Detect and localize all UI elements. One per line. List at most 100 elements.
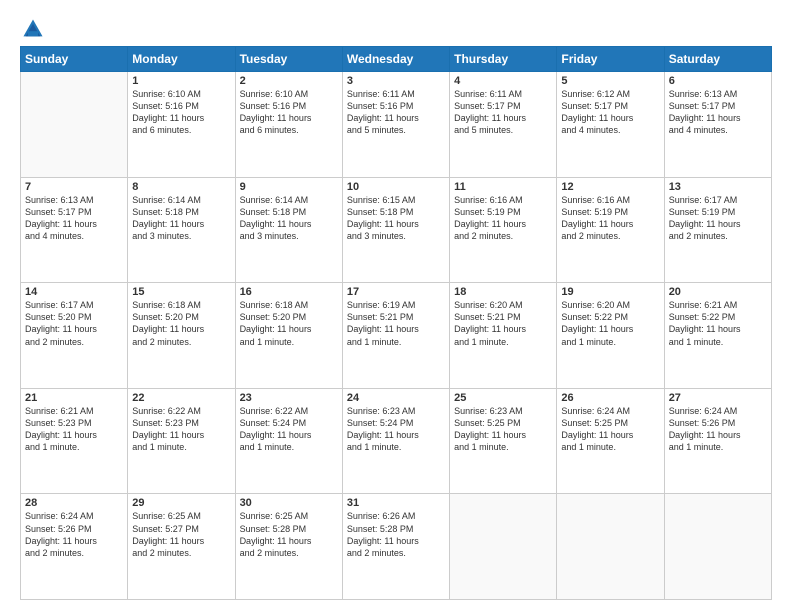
calendar-cell: 27Sunrise: 6:24 AM Sunset: 5:26 PM Dayli…: [664, 388, 771, 494]
cell-info: Sunrise: 6:15 AM Sunset: 5:18 PM Dayligh…: [347, 194, 445, 243]
col-header-thursday: Thursday: [450, 47, 557, 72]
cell-info: Sunrise: 6:24 AM Sunset: 5:26 PM Dayligh…: [25, 510, 123, 559]
cell-info: Sunrise: 6:10 AM Sunset: 5:16 PM Dayligh…: [240, 88, 338, 137]
calendar-cell: 4Sunrise: 6:11 AM Sunset: 5:17 PM Daylig…: [450, 72, 557, 178]
day-number: 12: [561, 181, 659, 193]
day-number: 23: [240, 392, 338, 404]
day-number: 2: [240, 75, 338, 87]
col-header-saturday: Saturday: [664, 47, 771, 72]
calendar-cell: 30Sunrise: 6:25 AM Sunset: 5:28 PM Dayli…: [235, 494, 342, 600]
calendar-cell: 8Sunrise: 6:14 AM Sunset: 5:18 PM Daylig…: [128, 177, 235, 283]
cell-info: Sunrise: 6:14 AM Sunset: 5:18 PM Dayligh…: [240, 194, 338, 243]
calendar-cell: 7Sunrise: 6:13 AM Sunset: 5:17 PM Daylig…: [21, 177, 128, 283]
header: [20, 18, 772, 40]
calendar-cell: 22Sunrise: 6:22 AM Sunset: 5:23 PM Dayli…: [128, 388, 235, 494]
day-number: 26: [561, 392, 659, 404]
cell-info: Sunrise: 6:25 AM Sunset: 5:28 PM Dayligh…: [240, 510, 338, 559]
day-number: 11: [454, 181, 552, 193]
day-number: 21: [25, 392, 123, 404]
day-number: 4: [454, 75, 552, 87]
week-row-4: 21Sunrise: 6:21 AM Sunset: 5:23 PM Dayli…: [21, 388, 772, 494]
day-number: 18: [454, 286, 552, 298]
calendar-cell: 31Sunrise: 6:26 AM Sunset: 5:28 PM Dayli…: [342, 494, 449, 600]
cell-info: Sunrise: 6:22 AM Sunset: 5:24 PM Dayligh…: [240, 405, 338, 454]
col-header-wednesday: Wednesday: [342, 47, 449, 72]
cell-info: Sunrise: 6:25 AM Sunset: 5:27 PM Dayligh…: [132, 510, 230, 559]
day-number: 3: [347, 75, 445, 87]
day-number: 31: [347, 497, 445, 509]
calendar-cell: [557, 494, 664, 600]
calendar-table: SundayMondayTuesdayWednesdayThursdayFrid…: [20, 46, 772, 600]
calendar-cell: 13Sunrise: 6:17 AM Sunset: 5:19 PM Dayli…: [664, 177, 771, 283]
cell-info: Sunrise: 6:26 AM Sunset: 5:28 PM Dayligh…: [347, 510, 445, 559]
calendar-cell: 19Sunrise: 6:20 AM Sunset: 5:22 PM Dayli…: [557, 283, 664, 389]
day-number: 10: [347, 181, 445, 193]
logo-icon: [22, 18, 44, 40]
cell-info: Sunrise: 6:19 AM Sunset: 5:21 PM Dayligh…: [347, 299, 445, 348]
calendar-cell: 23Sunrise: 6:22 AM Sunset: 5:24 PM Dayli…: [235, 388, 342, 494]
calendar-cell: 24Sunrise: 6:23 AM Sunset: 5:24 PM Dayli…: [342, 388, 449, 494]
cell-info: Sunrise: 6:17 AM Sunset: 5:19 PM Dayligh…: [669, 194, 767, 243]
day-number: 1: [132, 75, 230, 87]
calendar-cell: 20Sunrise: 6:21 AM Sunset: 5:22 PM Dayli…: [664, 283, 771, 389]
day-number: 17: [347, 286, 445, 298]
week-row-1: 1 Sunrise: 6:10 AM Sunset: 5:16 PM Daylig…: [21, 72, 772, 178]
cell-info: Sunrise: 6:16 AM Sunset: 5:19 PM Dayligh…: [561, 194, 659, 243]
calendar-cell: 16Sunrise: 6:18 AM Sunset: 5:20 PM Dayli…: [235, 283, 342, 389]
day-number: 30: [240, 497, 338, 509]
week-row-2: 7Sunrise: 6:13 AM Sunset: 5:17 PM Daylig…: [21, 177, 772, 283]
day-number: 22: [132, 392, 230, 404]
calendar-cell: 2Sunrise: 6:10 AM Sunset: 5:16 PM Daylig…: [235, 72, 342, 178]
day-number: 14: [25, 286, 123, 298]
day-number: 13: [669, 181, 767, 193]
calendar-cell: [450, 494, 557, 600]
calendar-cell: 9Sunrise: 6:14 AM Sunset: 5:18 PM Daylig…: [235, 177, 342, 283]
calendar-cell: 14Sunrise: 6:17 AM Sunset: 5:20 PM Dayli…: [21, 283, 128, 389]
calendar-cell: 18Sunrise: 6:20 AM Sunset: 5:21 PM Dayli…: [450, 283, 557, 389]
day-number: 25: [454, 392, 552, 404]
calendar-cell: [21, 72, 128, 178]
day-number: 16: [240, 286, 338, 298]
cell-info: Sunrise: 6:13 AM Sunset: 5:17 PM Dayligh…: [25, 194, 123, 243]
calendar-cell: 1Sunrise: 6:10 AM Sunset: 5:16 PM Daylig…: [128, 72, 235, 178]
calendar-cell: 28Sunrise: 6:24 AM Sunset: 5:26 PM Dayli…: [21, 494, 128, 600]
day-number: 28: [25, 497, 123, 509]
cell-info: Sunrise: 6:11 AM Sunset: 5:16 PM Dayligh…: [347, 88, 445, 137]
col-header-sunday: Sunday: [21, 47, 128, 72]
calendar-cell: 17Sunrise: 6:19 AM Sunset: 5:21 PM Dayli…: [342, 283, 449, 389]
cell-info: Sunrise: 6:22 AM Sunset: 5:23 PM Dayligh…: [132, 405, 230, 454]
page: SundayMondayTuesdayWednesdayThursdayFrid…: [0, 0, 792, 612]
day-number: 27: [669, 392, 767, 404]
calendar-cell: 3Sunrise: 6:11 AM Sunset: 5:16 PM Daylig…: [342, 72, 449, 178]
cell-info: Sunrise: 6:13 AM Sunset: 5:17 PM Dayligh…: [669, 88, 767, 137]
calendar-cell: 26Sunrise: 6:24 AM Sunset: 5:25 PM Dayli…: [557, 388, 664, 494]
day-number: 24: [347, 392, 445, 404]
day-number: 6: [669, 75, 767, 87]
calendar-cell: 5Sunrise: 6:12 AM Sunset: 5:17 PM Daylig…: [557, 72, 664, 178]
day-number: 20: [669, 286, 767, 298]
cell-info: Sunrise: 6:18 AM Sunset: 5:20 PM Dayligh…: [240, 299, 338, 348]
day-number: 19: [561, 286, 659, 298]
cell-info: Sunrise: 6:24 AM Sunset: 5:25 PM Dayligh…: [561, 405, 659, 454]
week-row-5: 28Sunrise: 6:24 AM Sunset: 5:26 PM Dayli…: [21, 494, 772, 600]
cell-info: Sunrise: 6:20 AM Sunset: 5:22 PM Dayligh…: [561, 299, 659, 348]
calendar-cell: 21Sunrise: 6:21 AM Sunset: 5:23 PM Dayli…: [21, 388, 128, 494]
calendar-cell: 6Sunrise: 6:13 AM Sunset: 5:17 PM Daylig…: [664, 72, 771, 178]
col-header-friday: Friday: [557, 47, 664, 72]
logo: [20, 18, 46, 40]
cell-info: Sunrise: 6:11 AM Sunset: 5:17 PM Dayligh…: [454, 88, 552, 137]
day-number: 15: [132, 286, 230, 298]
cell-info: Sunrise: 6:18 AM Sunset: 5:20 PM Dayligh…: [132, 299, 230, 348]
calendar-cell: 11Sunrise: 6:16 AM Sunset: 5:19 PM Dayli…: [450, 177, 557, 283]
day-number: 5: [561, 75, 659, 87]
calendar-cell: 25Sunrise: 6:23 AM Sunset: 5:25 PM Dayli…: [450, 388, 557, 494]
cell-info: Sunrise: 6:17 AM Sunset: 5:20 PM Dayligh…: [25, 299, 123, 348]
cell-info: Sunrise: 6:12 AM Sunset: 5:17 PM Dayligh…: [561, 88, 659, 137]
calendar-cell: [664, 494, 771, 600]
calendar-cell: 10Sunrise: 6:15 AM Sunset: 5:18 PM Dayli…: [342, 177, 449, 283]
cell-info: Sunrise: 6:14 AM Sunset: 5:18 PM Dayligh…: [132, 194, 230, 243]
day-number: 9: [240, 181, 338, 193]
calendar-cell: 29Sunrise: 6:25 AM Sunset: 5:27 PM Dayli…: [128, 494, 235, 600]
cell-info: Sunrise: 6:21 AM Sunset: 5:23 PM Dayligh…: [25, 405, 123, 454]
calendar-cell: 15Sunrise: 6:18 AM Sunset: 5:20 PM Dayli…: [128, 283, 235, 389]
